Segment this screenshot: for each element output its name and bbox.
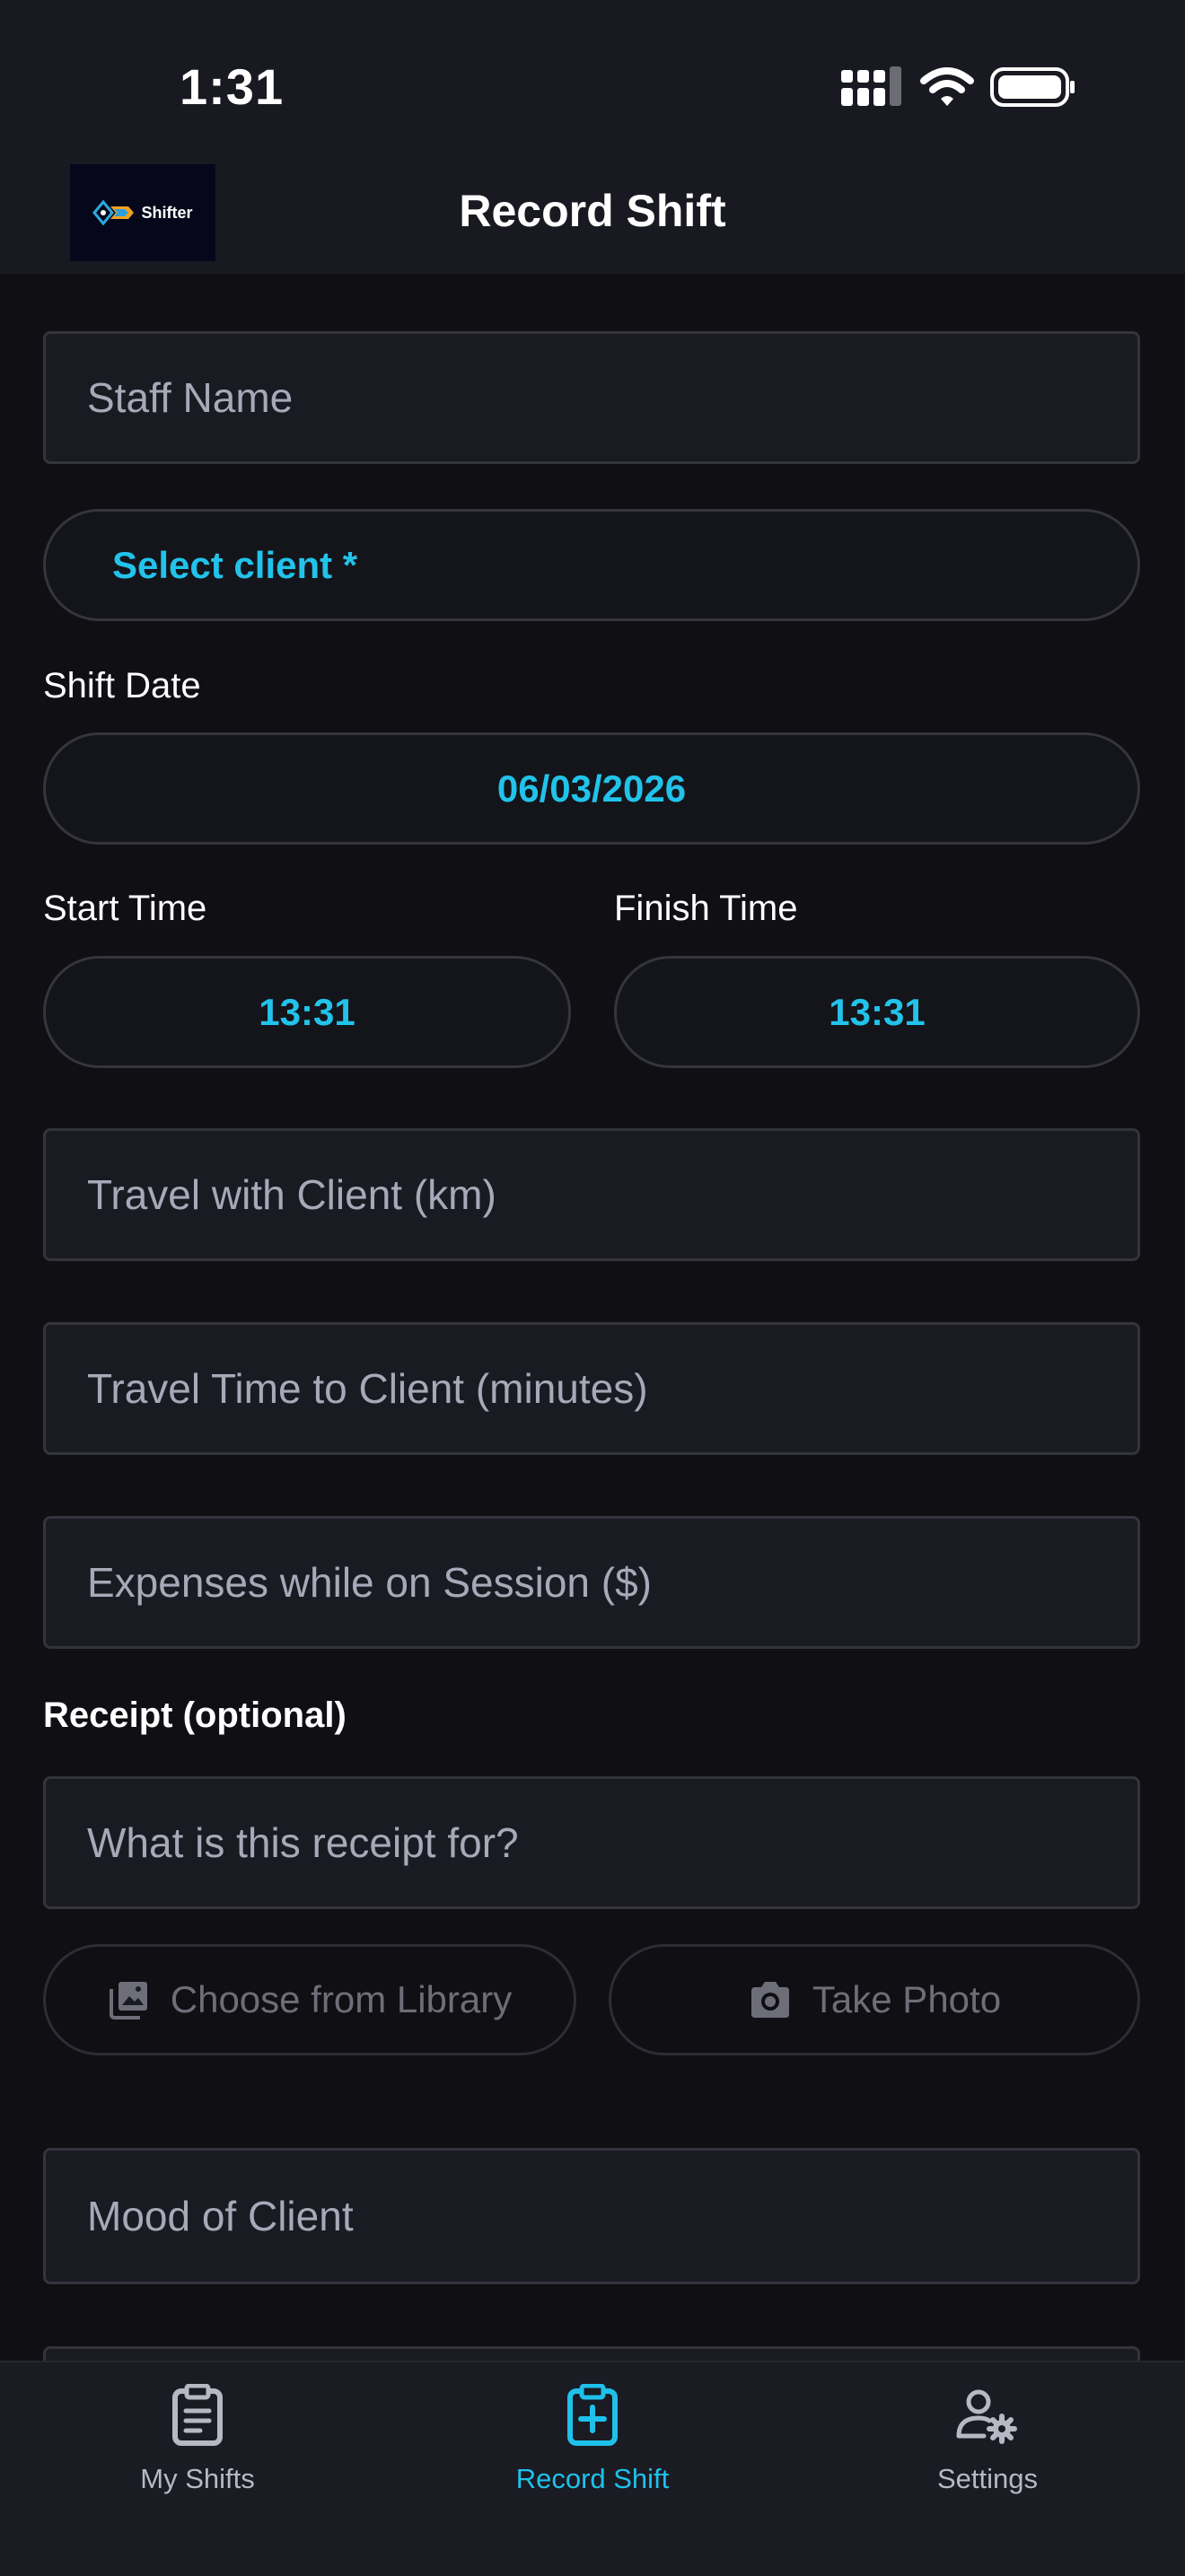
status-bar: 1:31: [0, 0, 1185, 153]
tab-my-shifts-label: My Shifts: [140, 2463, 255, 2494]
wifi-icon: [920, 67, 974, 106]
status-time: 1:31: [180, 58, 285, 115]
start-time-label: Start Time: [43, 889, 207, 928]
travel-km-input[interactable]: Travel with Client (km): [43, 1128, 1140, 1261]
tab-settings[interactable]: Settings: [790, 2384, 1185, 2495]
user-gear-icon: [956, 2389, 1017, 2444]
app-header: Shifter Record Shift: [0, 153, 1185, 274]
photo-library-icon: [109, 1982, 147, 2020]
receipt-heading: Receipt (optional): [43, 1695, 347, 1735]
choose-from-library-label: Choose from Library: [170, 1978, 513, 2020]
choose-from-library-button[interactable]: Choose from Library: [43, 1944, 576, 2055]
expenses-input[interactable]: Expenses while on Session ($): [43, 1516, 1140, 1649]
shift-date-label: Shift Date: [43, 666, 201, 705]
finish-time-picker[interactable]: 13:31: [614, 956, 1140, 1068]
cellular-signal-icon: [841, 66, 901, 106]
page-title: Record Shift: [459, 186, 726, 236]
shift-date-picker[interactable]: 06/03/2026: [43, 732, 1140, 845]
tab-record-shift[interactable]: Record Shift: [395, 2384, 790, 2495]
tab-record-shift-label: Record Shift: [515, 2463, 670, 2494]
take-photo-label: Take Photo: [812, 1978, 1002, 2020]
clipboard-plus-icon: [567, 2384, 618, 2446]
travel-time-input[interactable]: Travel Time to Client (minutes): [43, 1322, 1140, 1455]
take-photo-button[interactable]: Take Photo: [609, 1944, 1140, 2055]
tab-bar: My Shifts Record Shift Settings: [0, 2361, 1185, 2576]
tab-settings-label: Settings: [936, 2463, 1038, 2494]
clipboard-list-icon: [172, 2384, 223, 2446]
finish-time-label: Finish Time: [614, 889, 798, 928]
start-time-picker[interactable]: 13:31: [43, 956, 571, 1068]
tab-my-shifts[interactable]: My Shifts: [0, 2384, 395, 2495]
battery-icon: [990, 67, 1075, 107]
staff-name-input[interactable]: Staff Name: [43, 331, 1140, 464]
receipt-description-input[interactable]: What is this receipt for?: [43, 1776, 1140, 1909]
select-client-button[interactable]: Select client *: [43, 509, 1140, 621]
camera-icon: [750, 1982, 789, 2018]
mood-of-client-input[interactable]: Mood of Client: [43, 2148, 1140, 2284]
status-icons: [839, 65, 1076, 110]
